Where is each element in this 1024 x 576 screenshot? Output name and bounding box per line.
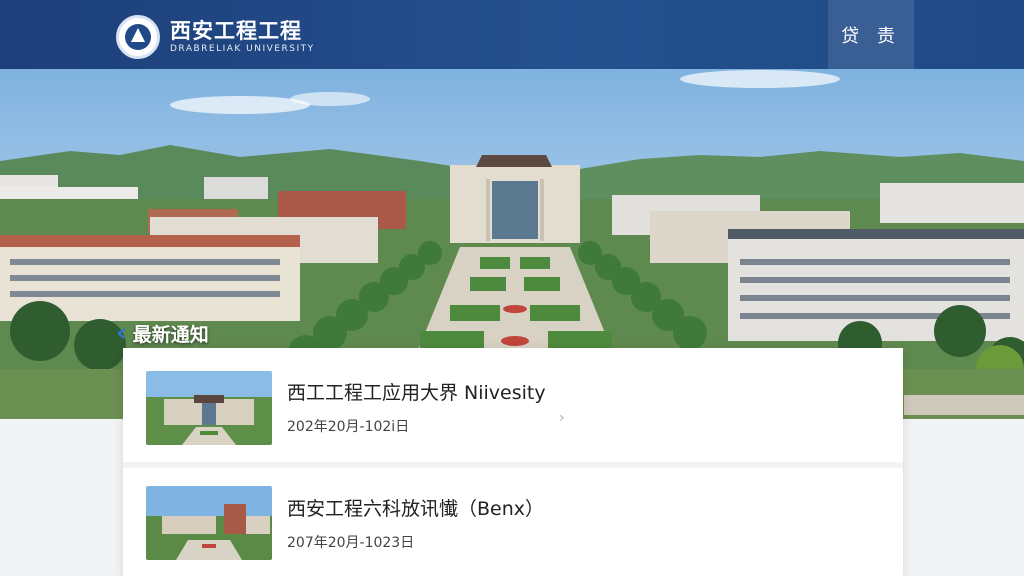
logo-text: 西安工程工程 DRABRELIAK UNIVERSITY	[170, 19, 315, 55]
logo-english-name: DRABRELIAK UNIVERSITY	[170, 44, 315, 54]
header-nav-button[interactable]: 贷 责	[828, 0, 914, 69]
chevron-right-icon[interactable]: ›	[559, 410, 565, 426]
news-date: 207年20月-1023日	[287, 535, 415, 551]
news-title: 西安工程六科放讯懴（Benx）	[287, 498, 545, 520]
logo-chinese-name: 西安工程工程	[170, 19, 302, 43]
news-item[interactable]: 西安工程六科放讯懴（Benx） 207年20月-1023日	[123, 462, 903, 576]
section-title: ‹ 最新通知	[116, 318, 209, 348]
news-list: 西工工程工应用大界 Niivesity 202年20月-102i日 › 西安工程…	[123, 348, 903, 576]
top-header: 西安工程工程 DRABRELIAK UNIVERSITY 贷 责	[0, 0, 1024, 69]
university-logo[interactable]: 西安工程工程 DRABRELIAK UNIVERSITY	[116, 15, 315, 59]
news-date: 202年20月-102i日	[287, 419, 410, 435]
chevron-left-icon[interactable]: ‹	[116, 318, 127, 348]
university-seal-icon	[116, 15, 160, 59]
section-title-text: 最新通知	[132, 323, 209, 346]
news-thumbnail-image	[146, 371, 272, 445]
news-title: 西工工程工应用大界 Niivesity	[287, 382, 546, 404]
news-item[interactable]: 西工工程工应用大界 Niivesity 202年20月-102i日 ›	[123, 348, 903, 462]
news-thumbnail-image	[146, 486, 272, 560]
